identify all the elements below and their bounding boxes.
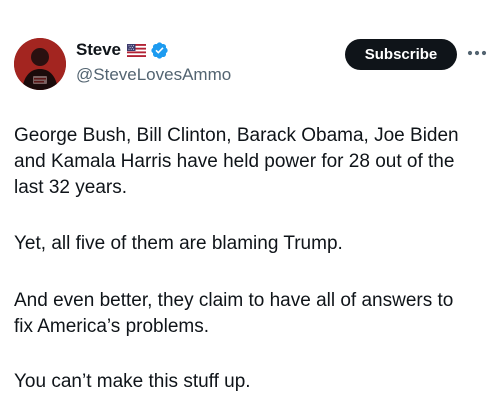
post-paragraph: George Bush, Bill Clinton, Barack Obama,… [14,125,459,198]
us-flag-icon [126,43,146,57]
avatar[interactable] [14,38,66,90]
subscribe-button[interactable]: Subscribe [345,39,457,70]
author-display-name[interactable]: Steve [76,40,121,60]
more-dots-icon [467,50,487,56]
post-paragraph: Yet, all five of them are blaming Trump. [14,233,343,254]
author-name-row: Steve [76,39,169,61]
tweet-card: Steve @SteveLovesAmmo Subscribe George B… [0,0,500,417]
author-handle[interactable]: @SteveLovesAmmo [76,65,231,85]
post-paragraph: And even better, they claim to have all … [14,290,454,337]
more-options-button[interactable] [464,42,490,64]
verified-badge-icon[interactable] [150,41,169,60]
post-paragraph: You can’t make this stuff up. [14,371,251,392]
avatar-image [14,38,66,90]
